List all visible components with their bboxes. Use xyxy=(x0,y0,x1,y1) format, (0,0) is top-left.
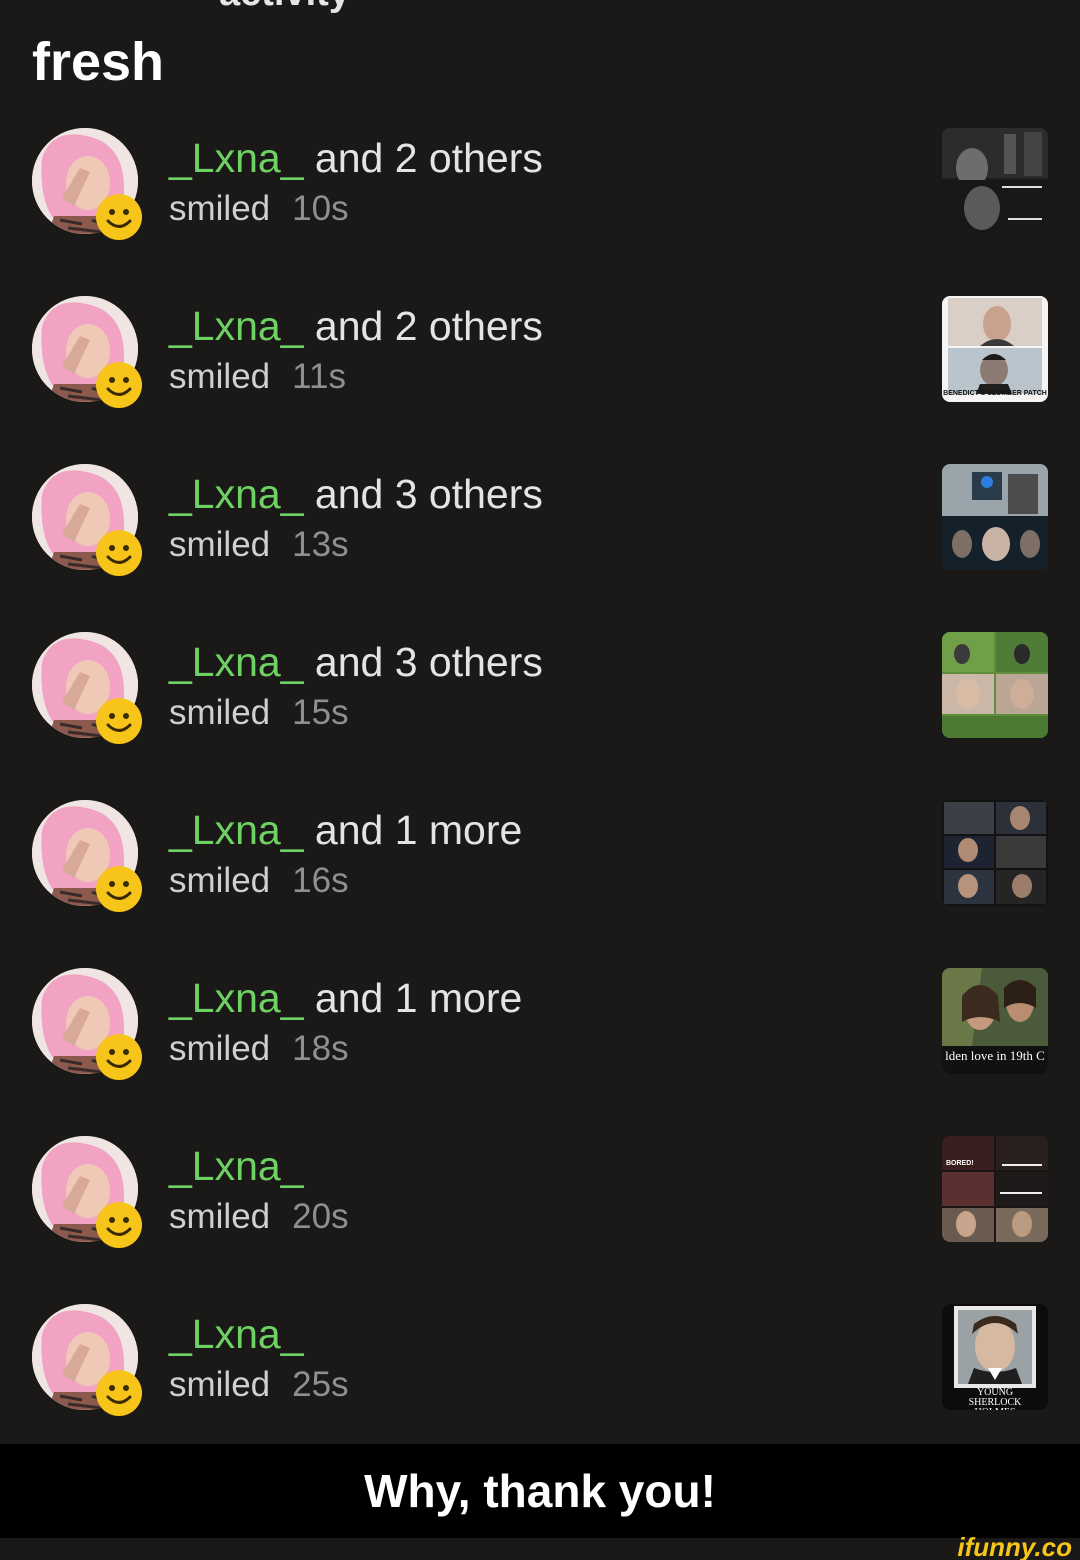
action-label: smiled xyxy=(169,525,271,564)
timestamp: 18s xyxy=(292,1029,349,1068)
action-label: smiled xyxy=(169,1197,271,1236)
meme-caption-bar: Why, thank you! xyxy=(0,1444,1080,1538)
timestamp: 20s xyxy=(292,1197,349,1236)
meme-caption: Why, thank you! xyxy=(364,1465,716,1517)
others-count: and 1 more xyxy=(303,975,523,1021)
meme-thumbnail[interactable] xyxy=(942,128,1048,234)
activity-meta: smiled 10s xyxy=(169,188,349,230)
smile-badge-icon xyxy=(96,1370,142,1416)
username-link[interactable]: _Lxna_ xyxy=(169,135,304,181)
action-label: smiled xyxy=(169,861,271,900)
meme-thumbnail-image xyxy=(942,128,1048,234)
activity-summary: _Lxna_ and 1 more xyxy=(169,806,522,854)
thumbnail-caption: BENEDICT'S SLUMBER PATCH xyxy=(943,390,1047,397)
smile-badge-icon xyxy=(96,866,142,912)
timestamp: 16s xyxy=(292,861,349,900)
username-link[interactable]: _Lxna_ xyxy=(169,1311,304,1357)
activity-meta: smiled 18s xyxy=(169,1028,349,1070)
activity-meta: smiled 25s xyxy=(169,1364,349,1406)
meme-thumbnail[interactable] xyxy=(942,632,1048,738)
thumbnail-caption: lden love in 19th C xyxy=(945,1048,1045,1063)
action-label: smiled xyxy=(169,693,271,732)
smile-badge-icon xyxy=(96,530,142,576)
activity-row[interactable]: _Lxna_ and 1 more smiled 16s xyxy=(0,794,1080,962)
others-count: and 2 others xyxy=(303,303,543,349)
activity-summary: _Lxna_ xyxy=(169,1310,304,1358)
activity-screen: activity fresh _Lxna xyxy=(0,0,1080,1560)
smile-badge-icon xyxy=(96,698,142,744)
activity-row[interactable]: _Lxna_ and 3 others smiled 13s xyxy=(0,458,1080,626)
activity-row[interactable]: _Lxna_ and 1 more smiled 18s lden love in… xyxy=(0,962,1080,1130)
activity-meta: smiled 13s xyxy=(169,524,349,566)
smile-badge-icon xyxy=(96,1034,142,1080)
activity-summary: _Lxna_ and 2 others xyxy=(169,302,543,350)
activity-summary: _Lxna_ and 1 more xyxy=(169,974,522,1022)
page-header-partial: activity xyxy=(219,0,350,13)
username-link[interactable]: _Lxna_ xyxy=(169,807,304,853)
activity-row[interactable]: _Lxna_ smiled 20s BORED! xyxy=(0,1130,1080,1298)
timestamp: 13s xyxy=(292,525,349,564)
timestamp: 15s xyxy=(292,693,349,732)
activity-row[interactable]: _Lxna_ and 3 others smiled 15s xyxy=(0,626,1080,794)
timestamp: 11s xyxy=(292,357,346,396)
activity-list: _Lxna_ and 2 others smiled 10s _Lxna_ an… xyxy=(0,122,1080,1466)
meme-thumbnail-image xyxy=(942,464,1048,570)
meme-thumbnail[interactable]: YOUNG SHERLOCK HOLMES xyxy=(942,1304,1048,1410)
activity-meta: smiled 11s xyxy=(169,356,346,398)
activity-meta: smiled 16s xyxy=(169,860,349,902)
activity-row[interactable]: _Lxna_ and 2 others smiled 11s BENEDICT'S… xyxy=(0,290,1080,458)
username-link[interactable]: _Lxna_ xyxy=(169,1143,304,1189)
others-count: and 1 more xyxy=(303,807,523,853)
action-label: smiled xyxy=(169,1365,271,1404)
username-link[interactable]: _Lxna_ xyxy=(169,471,304,517)
smile-badge-icon xyxy=(96,194,142,240)
meme-thumbnail-image xyxy=(942,296,1048,402)
meme-thumbnail[interactable] xyxy=(942,464,1048,570)
meme-thumbnail[interactable]: BORED! xyxy=(942,1136,1048,1242)
others-count: and 3 others xyxy=(303,471,543,517)
footer-strip xyxy=(0,1538,1080,1560)
username-link[interactable]: _Lxna_ xyxy=(169,639,304,685)
activity-summary: _Lxna_ and 3 others xyxy=(169,470,543,518)
activity-meta: smiled 20s xyxy=(169,1196,349,1238)
timestamp: 25s xyxy=(292,1365,349,1404)
meme-thumbnail[interactable]: BENEDICT'S SLUMBER PATCH xyxy=(942,296,1048,402)
others-count: and 3 others xyxy=(303,639,543,685)
action-label: smiled xyxy=(169,189,271,228)
others-count: and 2 others xyxy=(303,135,543,181)
activity-row[interactable]: _Lxna_ smiled 25s YOUNG SHERLOCK HOLMES xyxy=(0,1298,1080,1466)
activity-row[interactable]: _Lxna_ and 2 others smiled 10s xyxy=(0,122,1080,290)
thumbnail-caption: YOUNG SHERLOCK HOLMES xyxy=(968,1388,1022,1410)
action-label: smiled xyxy=(169,1029,271,1068)
activity-summary: _Lxna_ and 3 others xyxy=(169,638,543,686)
timestamp: 10s xyxy=(292,189,349,228)
activity-meta: smiled 15s xyxy=(169,692,349,734)
meme-thumbnail-image xyxy=(942,1136,1048,1242)
meme-thumbnail-image xyxy=(942,632,1048,738)
username-link[interactable]: _Lxna_ xyxy=(169,975,304,1021)
ifunny-watermark: ifunny.co xyxy=(957,1532,1072,1560)
meme-thumbnail[interactable] xyxy=(942,800,1048,906)
activity-summary: _Lxna_ xyxy=(169,1142,304,1190)
meme-thumbnail-image xyxy=(942,800,1048,906)
meme-thumbnail[interactable]: lden love in 19th C xyxy=(942,968,1048,1074)
smile-badge-icon xyxy=(96,1202,142,1248)
action-label: smiled xyxy=(169,357,271,396)
username-link[interactable]: _Lxna_ xyxy=(169,303,304,349)
thumbnail-caption: BORED! xyxy=(946,1160,974,1167)
activity-summary: _Lxna_ and 2 others xyxy=(169,134,543,182)
smile-badge-icon xyxy=(96,362,142,408)
section-title: fresh xyxy=(32,32,165,92)
